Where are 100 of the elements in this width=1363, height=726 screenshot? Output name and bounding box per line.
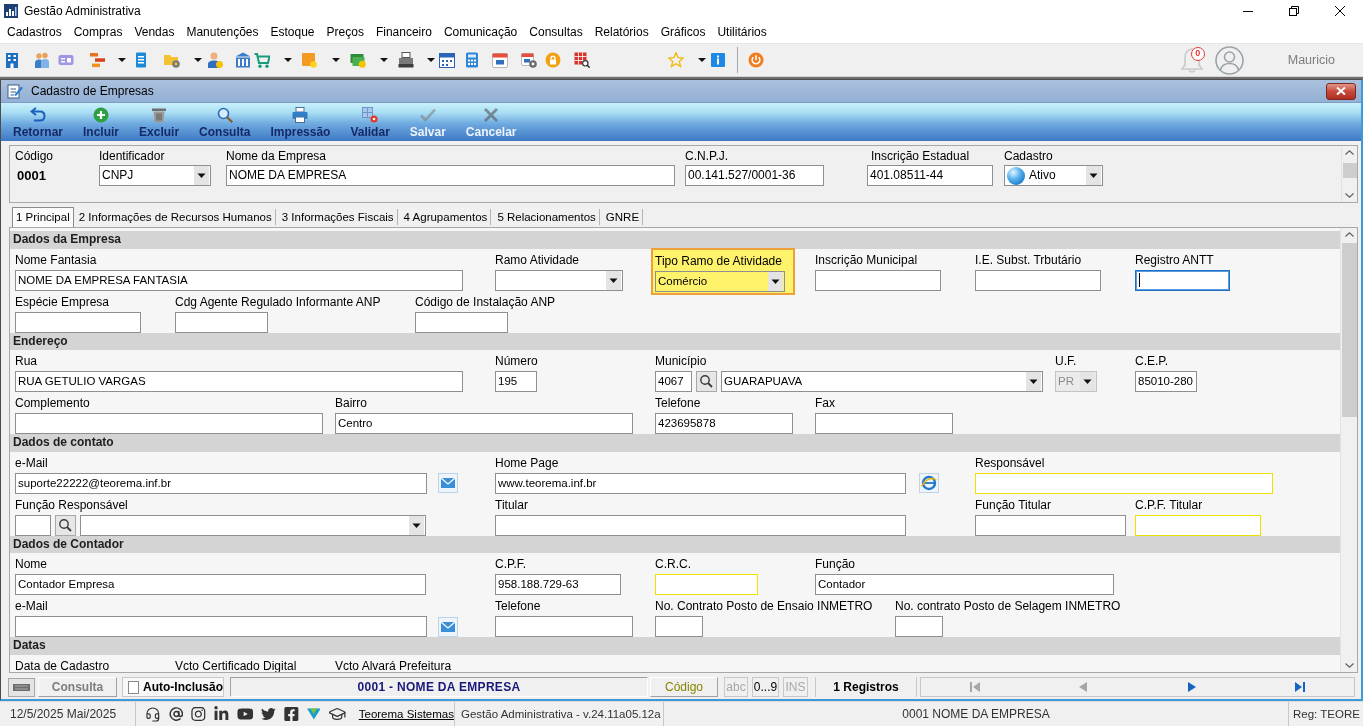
toolbar-button[interactable]: Consulta xyxy=(199,107,251,139)
stacked-bars-icon[interactable] xyxy=(89,52,105,68)
triangle-right-icon[interactable] xyxy=(1187,682,1196,692)
bank-icon[interactable] xyxy=(235,52,251,68)
menu-item[interactable]: Cadastros xyxy=(7,25,62,40)
tab[interactable]: 4 Agrupamentos xyxy=(400,209,492,225)
search-icon[interactable] xyxy=(696,371,717,392)
caret-icon[interactable] xyxy=(698,58,706,62)
text-field[interactable] xyxy=(815,269,941,291)
user-avatar-icon[interactable] xyxy=(1214,45,1244,75)
toolbar-button[interactable]: Validar xyxy=(350,107,390,139)
text-field[interactable] xyxy=(975,269,1101,291)
minimize-icon[interactable] xyxy=(1243,10,1253,12)
dropdown[interactable] xyxy=(495,269,623,291)
caret-icon[interactable] xyxy=(118,58,126,62)
menu-item[interactable]: Compras xyxy=(73,25,123,40)
code-field[interactable] xyxy=(15,514,51,536)
text-field[interactable]: www.teorema.inf.br xyxy=(495,472,906,494)
lock-icon[interactable] xyxy=(545,52,561,68)
text-field[interactable]: 195 xyxy=(495,371,537,392)
close-button[interactable] xyxy=(1326,82,1356,100)
text-field[interactable]: NOME DA EMPRESA xyxy=(226,165,675,186)
text-field[interactable]: NOME DA EMPRESA FANTASIA xyxy=(15,269,463,291)
calendar-icon[interactable] xyxy=(492,52,508,68)
text-field[interactable] xyxy=(655,616,703,637)
toolbar-button[interactable]: Retornar xyxy=(13,107,63,139)
caret-icon[interactable] xyxy=(194,58,202,62)
headset-icon[interactable] xyxy=(145,705,161,723)
folder-gear-icon[interactable] xyxy=(164,52,180,68)
text-field[interactable]: 423695878 xyxy=(655,413,793,434)
menu-item[interactable]: Financeiro xyxy=(375,25,432,40)
toolbar-button[interactable]: Impressão xyxy=(270,107,331,139)
text-field[interactable]: 85010-280 xyxy=(1135,371,1197,392)
menu-item[interactable]: Utilitários xyxy=(717,25,767,40)
dropdown[interactable]: Comércio xyxy=(655,270,785,292)
tab[interactable]: 1 Principal xyxy=(12,207,74,227)
text-field[interactable]: Contador Empresa xyxy=(15,574,426,595)
info-icon[interactable] xyxy=(710,52,726,68)
chevron-down-icon[interactable] xyxy=(1344,663,1354,668)
menu-item[interactable]: Manutenções xyxy=(186,25,259,40)
text-field[interactable]: Contador xyxy=(815,574,1114,595)
tab[interactable]: 3 Informações Fiscais xyxy=(278,209,398,225)
keyboard-icon[interactable] xyxy=(8,677,35,697)
dropdown[interactable]: GUARAPUAVA xyxy=(721,371,1043,392)
calendar-grid-icon[interactable] xyxy=(439,52,455,68)
cart-icon[interactable] xyxy=(254,52,270,68)
text-field[interactable] xyxy=(15,311,141,333)
people-icon[interactable] xyxy=(34,52,50,68)
menu-item[interactable]: Gráficos xyxy=(660,25,706,40)
caret-icon[interactable] xyxy=(332,58,340,62)
website-link[interactable]: Teorema Sistemas xyxy=(358,708,454,720)
caret-icon[interactable] xyxy=(284,58,292,62)
money-icon[interactable] xyxy=(350,52,366,68)
calculator-icon[interactable] xyxy=(464,52,480,68)
search-icon[interactable] xyxy=(55,514,76,536)
triangle-bar-right-icon[interactable] xyxy=(1294,682,1305,692)
menu-item[interactable]: Consultas xyxy=(529,25,583,40)
printer-icon[interactable] xyxy=(398,52,414,68)
caret-icon[interactable] xyxy=(380,58,388,62)
twitter-icon[interactable] xyxy=(261,706,276,722)
linkedin-icon[interactable] xyxy=(214,706,229,722)
tab[interactable]: 2 Informações de Recursos Humanos xyxy=(75,209,276,225)
calendar-gear-icon[interactable] xyxy=(521,52,537,68)
tab[interactable]: GNRE xyxy=(602,209,644,225)
text-field[interactable] xyxy=(15,616,427,637)
text-field[interactable] xyxy=(15,413,323,434)
text-field[interactable]: Centro xyxy=(335,413,633,434)
text-field[interactable] xyxy=(495,514,906,536)
building-icon[interactable] xyxy=(4,52,20,68)
text-field[interactable] xyxy=(895,616,943,637)
scroll-thumb[interactable] xyxy=(1342,163,1357,178)
text-field[interactable]: 958.188.729-63 xyxy=(495,574,621,595)
card-icon[interactable] xyxy=(58,52,74,68)
star-icon[interactable] xyxy=(668,52,684,68)
text-field[interactable]: 00.141.527/0001-36 xyxy=(685,165,824,186)
at-sign-icon[interactable] xyxy=(168,706,184,722)
text-field[interactable] xyxy=(415,311,508,333)
text-field[interactable] xyxy=(1135,269,1230,291)
envelope-icon[interactable] xyxy=(438,616,458,637)
dropdown[interactable]: Ativo xyxy=(1004,165,1103,186)
checkbox[interactable] xyxy=(128,680,139,694)
text-field[interactable] xyxy=(815,413,953,434)
facebook-icon[interactable] xyxy=(283,706,299,722)
logo-icon[interactable] xyxy=(306,708,321,720)
text-field[interactable]: RUA GETULIO VARGAS xyxy=(15,371,463,392)
table-search-icon[interactable] xyxy=(574,52,590,68)
instagram-icon[interactable] xyxy=(191,706,206,722)
text-field[interactable] xyxy=(495,616,633,637)
close-icon[interactable] xyxy=(1335,6,1345,16)
browser-icon[interactable] xyxy=(919,473,939,493)
sort-order-button[interactable]: Código xyxy=(650,677,718,697)
chevron-up-icon[interactable] xyxy=(1344,232,1354,237)
envelope-icon[interactable] xyxy=(438,473,458,493)
person-coin-icon[interactable] xyxy=(207,52,223,68)
document-icon[interactable] xyxy=(133,52,149,68)
menu-item[interactable]: Estoque xyxy=(270,25,315,40)
caret-icon[interactable] xyxy=(427,58,435,62)
bell-icon[interactable] xyxy=(1179,46,1204,74)
toolbar-button[interactable]: Excluir xyxy=(139,107,180,139)
code-field[interactable]: 4067 xyxy=(655,371,692,392)
